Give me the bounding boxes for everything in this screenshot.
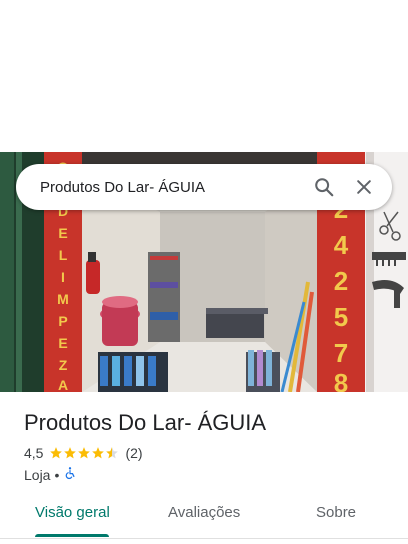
tab-reviews[interactable]: Avaliações bbox=[168, 504, 240, 521]
place-category: Loja bbox=[24, 466, 51, 483]
close-icon[interactable] bbox=[344, 167, 384, 207]
svg-text:I: I bbox=[61, 269, 65, 285]
blank-map-area bbox=[0, 0, 408, 152]
search-icon[interactable] bbox=[304, 167, 344, 207]
tab-about[interactable]: Sobre bbox=[316, 504, 356, 521]
svg-text:5: 5 bbox=[334, 302, 348, 332]
rating-row[interactable]: 4,5 (2) bbox=[24, 445, 143, 461]
svg-text:A: A bbox=[58, 377, 68, 392]
category-row: Loja • bbox=[24, 466, 77, 483]
tab-divider bbox=[0, 538, 408, 539]
star-icon bbox=[50, 447, 63, 459]
star-icon bbox=[92, 447, 105, 459]
tab-bar: Visão geral Avaliações Sobre bbox=[0, 496, 408, 540]
svg-text:7: 7 bbox=[334, 338, 348, 368]
separator: • bbox=[54, 466, 60, 483]
svg-text:P: P bbox=[58, 313, 67, 329]
review-count[interactable]: (2) bbox=[125, 445, 142, 461]
star-icon bbox=[64, 447, 77, 459]
search-input[interactable]: Produtos Do Lar- ÁGUIA bbox=[40, 179, 304, 196]
svg-text:Z: Z bbox=[59, 357, 68, 373]
svg-text:L: L bbox=[59, 247, 68, 263]
svg-text:8: 8 bbox=[334, 368, 348, 392]
svg-text:E: E bbox=[58, 225, 67, 241]
svg-text:2: 2 bbox=[334, 266, 348, 296]
search-bar[interactable]: Produtos Do Lar- ÁGUIA bbox=[16, 164, 392, 210]
half-star-icon bbox=[106, 447, 119, 459]
svg-text:M: M bbox=[57, 291, 69, 307]
star-icon bbox=[78, 447, 91, 459]
star-rating bbox=[49, 446, 119, 460]
svg-text:E: E bbox=[58, 335, 67, 351]
active-tab-indicator bbox=[35, 534, 109, 537]
rating-value: 4,5 bbox=[24, 445, 44, 461]
svg-text:4: 4 bbox=[334, 230, 349, 260]
place-title: Produtos Do Lar- ÁGUIA bbox=[24, 410, 267, 435]
wheelchair-icon bbox=[63, 466, 77, 483]
tab-overview[interactable]: Visão geral bbox=[35, 504, 110, 521]
